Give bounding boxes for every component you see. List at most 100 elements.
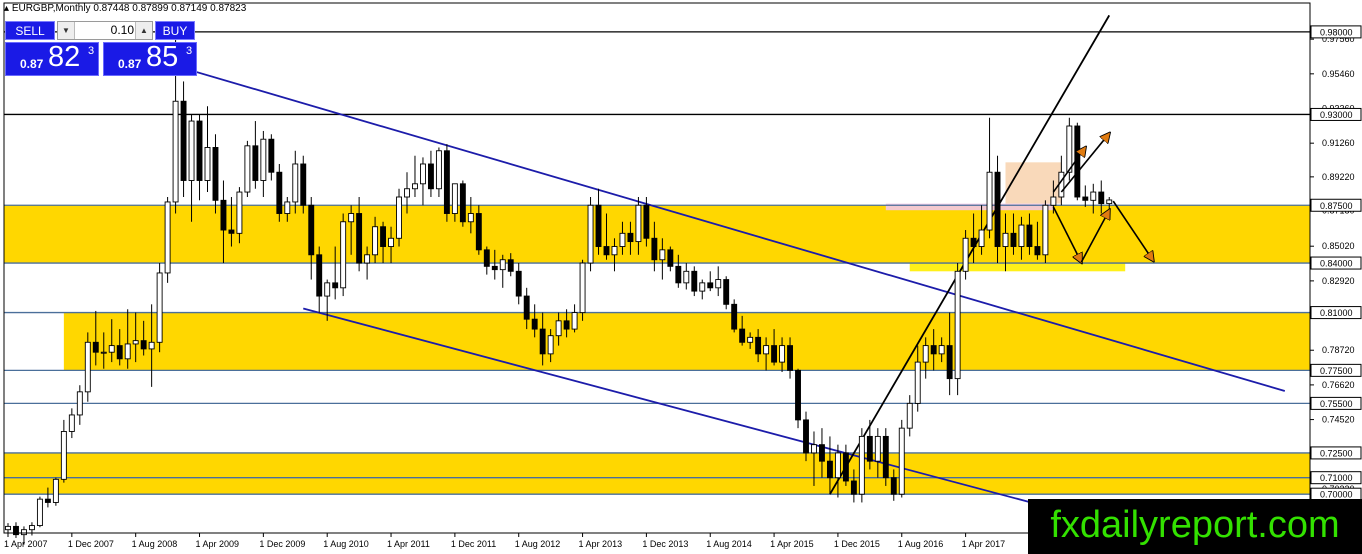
collapse-triangle-icon[interactable]: ▴ bbox=[4, 3, 9, 14]
candle-body bbox=[388, 237, 394, 247]
time-tick-label: 1 Aug 2012 bbox=[515, 539, 561, 549]
candle-body bbox=[324, 282, 331, 297]
candle-body bbox=[739, 328, 746, 343]
time-tick-label: 1 Dec 2015 bbox=[834, 539, 880, 549]
time-tick-label: 1 Apr 2013 bbox=[579, 539, 623, 549]
candle-body bbox=[348, 213, 355, 223]
candle-body bbox=[659, 249, 666, 261]
candle-119 bbox=[954, 263, 961, 396]
buy-button[interactable]: BUY bbox=[155, 21, 195, 40]
candle-body bbox=[715, 279, 722, 289]
candle-body bbox=[563, 320, 570, 330]
candle-body bbox=[244, 145, 251, 193]
time-tick-label: 1 Apr 2007 bbox=[4, 539, 48, 549]
sell-price-quote[interactable]: 0.87 82 3 bbox=[5, 41, 99, 76]
candle-38 bbox=[308, 197, 315, 280]
price-label-0.71000: 0.71000 bbox=[1320, 473, 1353, 483]
candle-body bbox=[787, 345, 793, 371]
candle-body bbox=[491, 265, 498, 271]
candle-body bbox=[874, 435, 881, 462]
price-tick-label: 0.89220 bbox=[1322, 172, 1355, 182]
candle-body bbox=[260, 138, 267, 181]
candle-62 bbox=[499, 254, 506, 288]
candle-body bbox=[882, 435, 889, 479]
candle-30 bbox=[244, 140, 251, 198]
candle-body bbox=[826, 460, 833, 479]
candle-body bbox=[763, 345, 770, 355]
sell-button[interactable]: SELL bbox=[5, 21, 55, 40]
candle-body bbox=[252, 145, 259, 181]
time-tick-label: 1 Apr 2015 bbox=[770, 539, 814, 549]
candle-body bbox=[930, 345, 937, 355]
price-tick-label: 0.82920 bbox=[1322, 276, 1355, 286]
candle-body bbox=[467, 213, 474, 223]
candle-body bbox=[68, 414, 75, 432]
candle-body bbox=[180, 100, 187, 181]
time-tick-label: 1 Aug 2014 bbox=[706, 539, 752, 549]
candle-body bbox=[842, 452, 849, 482]
candle-body bbox=[396, 196, 402, 239]
price-label-0.77500: 0.77500 bbox=[1320, 366, 1353, 376]
chart-title: ▴ EURGBP,Monthly 0.87448 0.87899 0.87149… bbox=[4, 3, 246, 14]
candle-body bbox=[691, 270, 698, 292]
candle-body bbox=[651, 237, 658, 261]
candle-body bbox=[1034, 246, 1041, 256]
decrease-lot-icon[interactable]: ▼ bbox=[58, 22, 75, 39]
candle-body bbox=[76, 391, 83, 416]
candle-73 bbox=[587, 197, 594, 272]
candle-22 bbox=[180, 81, 187, 198]
candle-113 bbox=[906, 395, 913, 437]
candle-body bbox=[1066, 125, 1073, 173]
candle-body bbox=[284, 201, 291, 214]
highlight-box-1 bbox=[885, 203, 1054, 211]
candle-99 bbox=[795, 368, 801, 429]
candle-body bbox=[611, 246, 618, 256]
candle-body bbox=[84, 341, 91, 393]
candle-body bbox=[364, 254, 371, 264]
lot-size-value[interactable]: 0.10 bbox=[76, 22, 134, 39]
candle-body bbox=[188, 120, 195, 181]
candle-123 bbox=[986, 117, 993, 239]
price-tick-label: 0.74520 bbox=[1322, 415, 1355, 425]
symbol-ohlc-text: EURGBP,Monthly 0.87448 0.87899 0.87149 0… bbox=[11, 3, 247, 14]
buy-price-quote[interactable]: 0.87 85 3 bbox=[103, 41, 197, 76]
candle-33 bbox=[268, 134, 275, 181]
candle-body bbox=[795, 369, 801, 421]
candle-body bbox=[954, 270, 961, 380]
candle-body bbox=[52, 478, 59, 503]
candle-body bbox=[1026, 224, 1033, 247]
candle-105 bbox=[842, 444, 849, 486]
candle-64 bbox=[515, 263, 522, 305]
candle-body bbox=[834, 452, 841, 479]
candle-body bbox=[811, 444, 817, 454]
candle-body bbox=[499, 259, 506, 271]
candle-36 bbox=[292, 150, 299, 214]
candle-72 bbox=[579, 259, 586, 321]
one-click-trading-panel: SELL ▼ 0.10 ▲ BUY 0.87 82 3 0.87 85 3 bbox=[4, 20, 197, 76]
candle-body bbox=[427, 163, 434, 190]
candle-body bbox=[635, 204, 642, 243]
sell-price-prefix: 0.87 bbox=[20, 57, 44, 71]
candle-91 bbox=[731, 299, 738, 333]
candle-53 bbox=[427, 150, 434, 198]
candle-90 bbox=[723, 276, 730, 310]
candle-body bbox=[978, 229, 985, 247]
candle-body bbox=[268, 138, 275, 173]
candle-body bbox=[340, 221, 347, 289]
candle-6 bbox=[52, 477, 59, 506]
time-tick-label: 1 Apr 2009 bbox=[196, 539, 240, 549]
candle-88 bbox=[707, 271, 714, 292]
candle-body bbox=[483, 249, 490, 267]
lot-size-stepper[interactable]: ▼ 0.10 ▲ bbox=[57, 21, 153, 40]
candle-body bbox=[507, 259, 514, 272]
candle-body bbox=[300, 163, 307, 206]
candle-body bbox=[587, 204, 594, 264]
horizontal-levels bbox=[4, 31, 1310, 495]
increase-lot-icon[interactable]: ▲ bbox=[135, 22, 152, 39]
candle-body bbox=[747, 336, 754, 343]
time-tick-label: 1 Dec 2009 bbox=[259, 539, 305, 549]
candle-body bbox=[571, 312, 578, 330]
candle-body bbox=[172, 100, 179, 203]
price-label-0.93000: 0.93000 bbox=[1320, 110, 1353, 120]
zone-1 bbox=[63, 312, 1311, 371]
